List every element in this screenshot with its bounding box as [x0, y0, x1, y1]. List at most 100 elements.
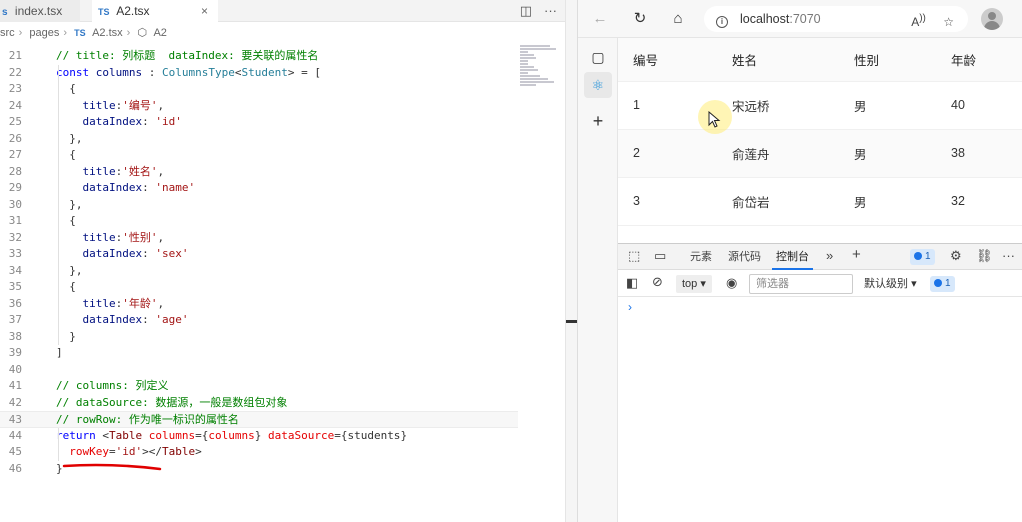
inspect-icon[interactable]: ⬚: [628, 248, 640, 264]
tab-elements[interactable]: 元素: [690, 244, 712, 270]
tab-index-tsx[interactable]: s index.tsx: [0, 0, 80, 22]
line-number: 21: [8, 49, 22, 62]
code-line[interactable]: 41 // columns: 列定义: [0, 378, 518, 395]
more-tabs-icon[interactable]: »: [826, 248, 833, 263]
chevron-right-icon: ›: [18, 27, 23, 39]
favorite-icon[interactable]: ☆: [943, 15, 954, 29]
tab-console[interactable]: 控制台: [772, 244, 813, 270]
code-line[interactable]: 45 rowKey='id'></Table>: [0, 444, 518, 461]
cell-name: 俞岱岩: [717, 177, 839, 226]
tab-sources[interactable]: 源代码: [728, 244, 761, 270]
indent-guide: [58, 295, 59, 312]
add-tab-icon[interactable]: +: [852, 246, 861, 263]
clear-console-icon[interactable]: ⊘: [652, 274, 663, 290]
more-actions-icon[interactable]: ···: [544, 3, 557, 19]
log-level-select[interactable]: 默认级别 ▾: [858, 275, 923, 293]
code-line[interactable]: 23 {: [0, 81, 518, 98]
code-line[interactable]: 30 },: [0, 196, 518, 213]
indent-guide: [58, 312, 59, 329]
line-number: 30: [8, 197, 22, 211]
code-line[interactable]: 28 title:'姓名',: [0, 163, 518, 180]
code-line[interactable]: 24 title:'编号',: [0, 97, 518, 114]
eye-icon[interactable]: ◉: [726, 275, 737, 291]
table-row[interactable]: 1 宋远桥 男 40: [618, 81, 1022, 130]
indent-guide: [58, 427, 59, 444]
code-line[interactable]: 31 {: [0, 213, 518, 230]
code-line[interactable]: 33 dataIndex: 'sex': [0, 246, 518, 263]
close-icon[interactable]: ×: [201, 0, 208, 22]
code-text: // dataSource: 数据源，一般是数组包对象: [56, 395, 288, 409]
address-bar[interactable]: i localhost:7070 A)) ☆: [704, 6, 968, 32]
console-prompt[interactable]: ›: [628, 300, 632, 314]
code-line[interactable]: 25 dataIndex: 'id': [0, 114, 518, 131]
sidebar-toggle-icon[interactable]: ◧: [626, 275, 638, 291]
table-row[interactable]: 3 俞岱岩 男 32: [618, 177, 1022, 226]
line-number: 26: [8, 131, 22, 145]
code-line[interactable]: 26 },: [0, 130, 518, 147]
customize-icon[interactable]: ⛓: [976, 248, 993, 264]
read-aloud-icon[interactable]: A)): [911, 13, 926, 29]
column-header-age[interactable]: 年龄: [936, 38, 1022, 82]
issues-count: 1: [925, 251, 931, 262]
editor-scrollbar[interactable]: [565, 0, 578, 522]
code-line[interactable]: 39]: [0, 345, 518, 362]
console-toolbar: ◧ ⊘ top ▾ ◉ 筛选器 默认级别 ▾ 1: [618, 271, 1022, 297]
breadcrumb: src › pages › TS A2.tsx › ⬡ A2: [0, 24, 171, 42]
code-editor[interactable]: s index.tsx TS A2.tsx × ◫ ··· src › pages…: [0, 0, 565, 522]
code-line[interactable]: 43 // rowRow: 作为唯一标识的属性名: [0, 411, 518, 428]
indent-guide: [58, 147, 59, 164]
avatar[interactable]: [981, 8, 1003, 30]
code-lines[interactable]: 21 // title: 列标题 dataIndex: 要关联的属性名 22 cons…: [0, 48, 518, 477]
code-line[interactable]: 38 }: [0, 328, 518, 345]
code-line[interactable]: 34 },: [0, 262, 518, 279]
typescript-icon: TS: [98, 7, 110, 17]
cell-sex: 男: [839, 81, 936, 130]
code-line[interactable]: 37 dataIndex: 'age': [0, 312, 518, 329]
code-line[interactable]: 44 return <Table columns={columns} dataSo…: [0, 427, 518, 444]
react-icon[interactable]: ⚛: [584, 72, 612, 98]
line-number: 43: [8, 413, 22, 426]
code-line[interactable]: 35 {: [0, 279, 518, 296]
table-row[interactable]: 2 俞莲舟 男 38: [618, 129, 1022, 178]
refresh-icon[interactable]: ↻: [630, 9, 650, 29]
code-line[interactable]: 32 title:'性别',: [0, 229, 518, 246]
indent-guide: [58, 444, 59, 461]
tabs-icon[interactable]: ▢: [584, 44, 612, 70]
breadcrumb-item[interactable]: A2: [153, 27, 166, 39]
context-select[interactable]: top ▾: [676, 275, 712, 293]
breadcrumb-item[interactable]: src: [0, 27, 15, 39]
code-text: return <Table columns={columns} dataSour…: [56, 428, 408, 442]
typescript-icon: TS: [74, 28, 86, 38]
code-line[interactable]: 36 title:'年龄',: [0, 295, 518, 312]
back-arrow-icon[interactable]: ←: [590, 9, 610, 29]
console-filter-input[interactable]: 筛选器: [749, 274, 853, 294]
code-line[interactable]: 21 // title: 列标题 dataIndex: 要关联的属性名: [0, 48, 518, 65]
tab-a2-tsx[interactable]: TS A2.tsx ×: [92, 0, 218, 22]
cell-sex: 男: [839, 129, 936, 178]
messages-badge[interactable]: 1: [930, 276, 955, 292]
home-icon[interactable]: ⌂: [668, 9, 688, 29]
more-options-icon[interactable]: ···: [1002, 248, 1015, 263]
device-emulation-icon[interactable]: ▭: [654, 248, 666, 264]
breadcrumb-item[interactable]: pages: [29, 27, 59, 39]
code-line[interactable]: 29 dataIndex: 'name': [0, 180, 518, 197]
issues-badge[interactable]: 1: [910, 249, 935, 265]
code-line[interactable]: 40: [0, 362, 518, 379]
code-line[interactable]: 22 const columns : ColumnsType<Student> =…: [0, 64, 518, 81]
breadcrumb-item[interactable]: A2.tsx: [92, 27, 123, 39]
column-header-sex[interactable]: 性别: [839, 38, 936, 82]
add-icon[interactable]: +: [584, 108, 612, 134]
line-number: 25: [8, 115, 22, 128]
code-text: const columns : ColumnsType<Student> = [: [56, 65, 321, 79]
line-number: 38: [8, 329, 22, 343]
column-header-name[interactable]: 姓名: [717, 38, 839, 82]
code-line[interactable]: 42 // dataSource: 数据源，一般是数组包对象: [0, 395, 518, 412]
gear-icon[interactable]: ⚙: [950, 248, 962, 264]
info-icon[interactable]: i: [716, 16, 728, 28]
split-editor-icon[interactable]: ◫: [520, 3, 532, 19]
code-line[interactable]: 27 {: [0, 147, 518, 164]
code-text: dataIndex: 'name': [82, 181, 196, 194]
column-header-id[interactable]: 编号: [618, 38, 717, 82]
cell-age: 40: [936, 81, 1022, 130]
minimap[interactable]: [520, 44, 560, 104]
